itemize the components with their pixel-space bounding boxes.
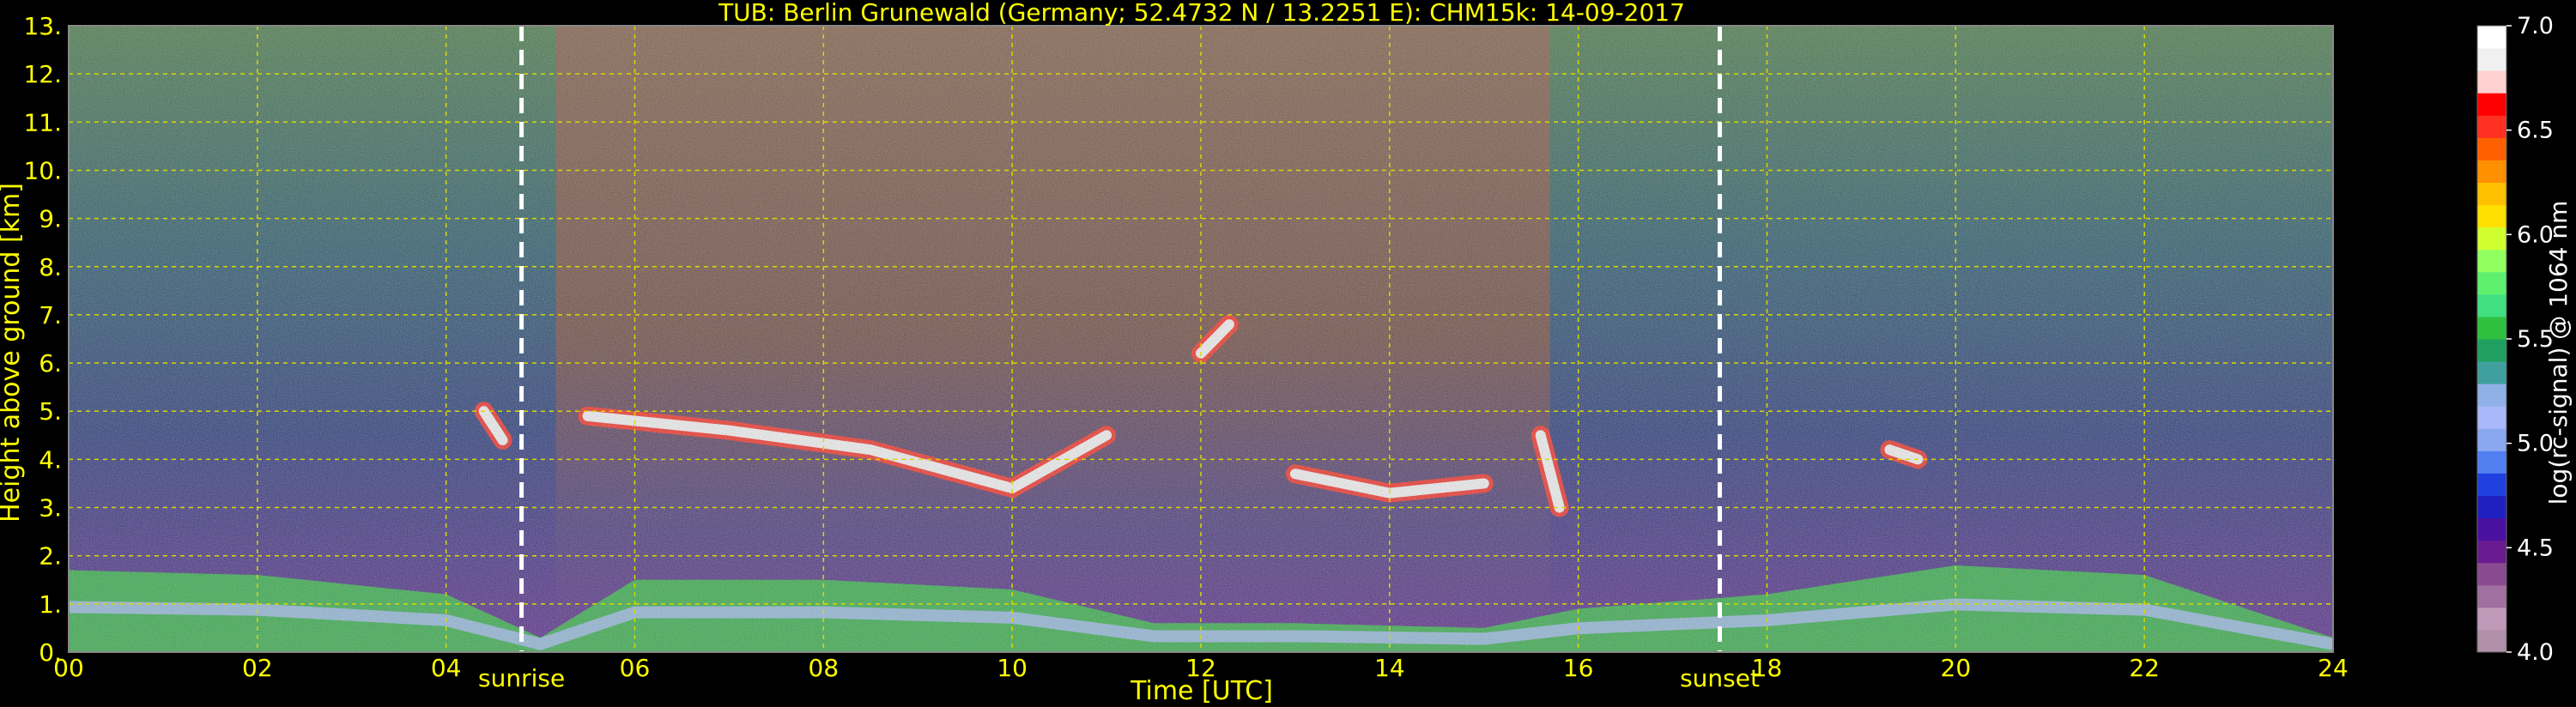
y-axis-ticks: 0.1.2.3.4.5.6.7.8.9.10.11.12.13. [23,12,62,667]
y-tick-label: 13. [23,12,62,40]
x-tick-label: 06 [620,654,651,682]
x-axis-label: Time [UTC] [1130,676,1273,706]
y-tick-label: 3. [39,494,62,523]
y-tick-label: 12. [23,60,62,88]
x-tick-label: 04 [431,654,462,682]
x-tick-label: 10 [997,654,1027,682]
y-tick-label: 1. [39,590,62,619]
y-tick-label: 7. [39,301,62,329]
colorbar-tick-label: 4.5 [2517,535,2554,561]
colorbar-segment [2477,271,2506,295]
colorbar-segment [2477,316,2506,340]
colorbar-segment [2477,137,2506,160]
y-tick-label: 2. [39,542,62,571]
colorbar: 4.04.55.05.56.06.57.0 [2476,13,2554,666]
marker-label: sunrise [478,664,565,692]
colorbar-segment [2477,361,2506,384]
y-axis-label: Height above ground [km] [0,183,26,523]
colorbar-segment [2477,584,2506,608]
colorbar-segment [2477,428,2506,451]
colorbar-label: log(rc-signal) @ 1064 nm [2544,201,2573,505]
colorbar-tick-label: 7.0 [2517,13,2554,39]
x-tick-label: 02 [242,654,273,682]
x-tick-label: 14 [1374,654,1405,682]
colorbar-segment [2477,562,2506,586]
colorbar-segment [2477,249,2506,273]
x-tick-label: 16 [1563,654,1594,682]
colorbar-segment [2477,607,2506,631]
chart: sunrise sunset 0.1.2.3.4.5.6.7.8.9.10.11.… [0,0,2573,706]
colorbar-segment [2477,339,2506,362]
y-tick-label: 5. [39,397,62,426]
colorbar-segment [2477,70,2506,94]
colorbar-segment [2477,227,2506,251]
colorbar-segment [2477,384,2506,407]
chart-title: TUB: Berlin Grunewald (Germany; 52.4732 … [718,0,1685,27]
y-tick-label: 6. [39,349,62,378]
x-tick-label: 22 [2129,654,2160,682]
x-tick-label: 00 [53,654,84,682]
colorbar-segment [2477,517,2506,541]
colorbar-segment [2477,293,2506,317]
colorbar-segment [2477,93,2506,116]
colorbar-segment [2477,495,2506,519]
colorbar-segment [2477,182,2506,206]
colorbar-segment [2477,406,2506,429]
colorbar-segment [2477,160,2506,183]
y-tick-label: 10. [23,156,62,184]
x-tick-label: 08 [809,654,839,682]
colorbar-segment [2477,48,2506,71]
colorbar-segment [2477,450,2506,474]
colorbar-tick-label: 6.5 [2517,118,2554,144]
colorbar-segment [2477,204,2506,228]
y-tick-label: 9. [39,205,62,233]
x-tick-label: 20 [1941,654,1972,682]
plot-area: sunrise sunset [68,25,2335,692]
colorbar-tick-label: 4.0 [2517,639,2554,666]
x-tick-label: 18 [1752,654,1783,682]
y-tick-label: 8. [39,253,62,281]
y-tick-label: 4. [39,445,62,474]
y-tick-label: 11. [23,108,62,136]
colorbar-segment [2477,473,2506,496]
colorbar-segment [2477,540,2506,564]
colorbar-segment [2477,115,2506,138]
marker-label: sunset [1680,664,1760,692]
colorbar-segment [2477,629,2506,653]
colorbar-segment [2477,26,2506,49]
x-tick-label: 24 [2318,654,2349,682]
